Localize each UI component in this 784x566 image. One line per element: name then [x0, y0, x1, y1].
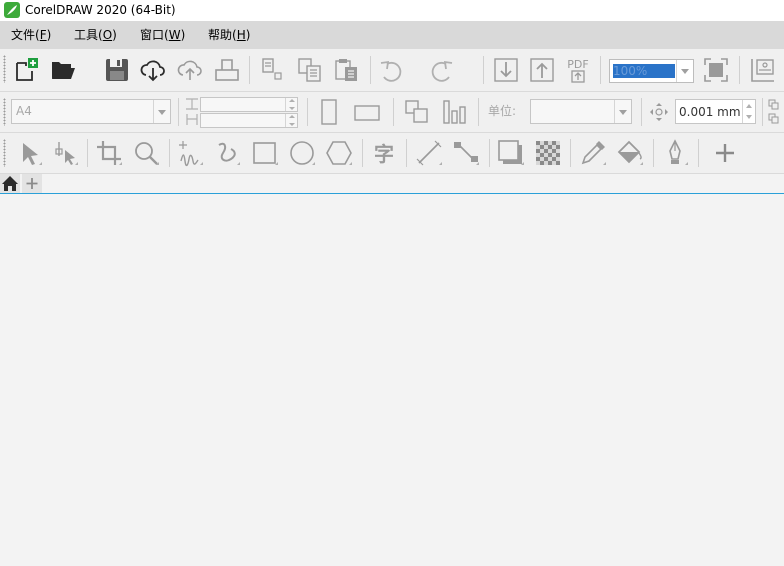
page-width-input[interactable]	[200, 97, 298, 112]
toolbar-separator	[653, 139, 654, 167]
zoom-tool-icon[interactable]	[132, 139, 160, 167]
workspace-area[interactable]	[0, 195, 784, 566]
shape-tool-icon[interactable]	[51, 139, 79, 167]
smart-fill-icon[interactable]	[661, 139, 689, 167]
cut-icon[interactable]	[258, 56, 286, 84]
page-dimensions-icon	[184, 97, 200, 127]
document-tab-bar	[0, 174, 784, 194]
units-select[interactable]	[530, 99, 632, 124]
text-tool-icon[interactable]: 字	[370, 139, 398, 167]
toolbar-separator	[762, 98, 763, 126]
nudge-distance-input[interactable]: 0.001 mm	[675, 99, 756, 124]
home-icon	[2, 176, 18, 191]
menu-bar: 文件(F) 工具(O) 窗口(W) 帮助(H)	[0, 21, 784, 49]
toolbar-separator	[169, 139, 170, 167]
svg-text:PDF: PDF	[567, 58, 588, 71]
toolbar-separator	[87, 139, 88, 167]
current-page-icon[interactable]	[440, 98, 468, 126]
nudge-distance-spinner[interactable]	[742, 100, 755, 123]
menu-window[interactable]: 窗口(W)	[140, 28, 185, 42]
duplicate-distance-icon	[767, 97, 784, 127]
full-screen-icon[interactable]	[702, 56, 730, 84]
print-icon[interactable]	[213, 56, 241, 84]
polygon-tool-icon[interactable]	[325, 139, 353, 167]
open-folder-icon[interactable]	[49, 56, 77, 84]
page-size-value: A4	[16, 104, 32, 118]
toolbox: 字	[0, 133, 784, 174]
drop-shadow-icon[interactable]	[497, 139, 525, 167]
units-label: 单位:	[488, 104, 517, 118]
page-size-select[interactable]: A4	[11, 99, 171, 124]
undo-icon[interactable]	[377, 56, 405, 84]
redo-icon[interactable]	[428, 56, 456, 84]
nudge-distance-icon	[648, 101, 670, 123]
landscape-icon[interactable]	[353, 98, 381, 126]
connector-tool-icon[interactable]	[452, 139, 480, 167]
ellipse-tool-icon[interactable]	[288, 139, 316, 167]
new-document-icon[interactable]	[12, 56, 40, 84]
toolbar-separator	[739, 56, 740, 84]
transparency-icon[interactable]	[534, 139, 562, 167]
toolbar-grip[interactable]	[3, 55, 6, 83]
paste-icon[interactable]	[333, 56, 361, 84]
toolbar-separator	[370, 56, 371, 84]
portrait-icon[interactable]	[315, 98, 343, 126]
coreldraw-logo-icon	[4, 2, 20, 18]
menu-help[interactable]: 帮助(H)	[208, 28, 250, 42]
svg-text:字: 字	[374, 142, 394, 166]
toolbar-grip[interactable]	[3, 98, 6, 126]
freehand-tool-icon[interactable]	[176, 139, 204, 167]
window-title: CorelDRAW 2020 (64-Bit)	[25, 3, 176, 17]
toolbar-separator	[478, 98, 479, 126]
zoom-level-combobox[interactable]: 100%	[609, 59, 694, 83]
export-icon[interactable]	[528, 56, 556, 84]
chevron-down-icon[interactable]	[153, 100, 170, 123]
page-height-spinner[interactable]	[285, 114, 297, 127]
crop-tool-icon[interactable]	[95, 139, 123, 167]
cloud-upload-icon[interactable]	[176, 56, 204, 84]
toolbar-separator	[641, 98, 642, 126]
save-icon[interactable]	[103, 56, 131, 84]
home-tab[interactable]	[0, 174, 20, 193]
menu-file[interactable]: 文件(F)	[11, 28, 51, 42]
toolbar-separator	[483, 56, 484, 84]
toolbar-separator	[406, 139, 407, 167]
cloud-download-icon[interactable]	[139, 56, 167, 84]
toolbar-separator	[249, 56, 250, 84]
copy-icon[interactable]	[296, 56, 324, 84]
add-tool-icon[interactable]	[711, 139, 739, 167]
chevron-down-icon[interactable]	[614, 100, 631, 123]
chevron-down-icon[interactable]	[676, 60, 693, 82]
toolbar-separator	[600, 56, 601, 84]
import-icon[interactable]	[492, 56, 520, 84]
interactive-fill-icon[interactable]	[616, 139, 644, 167]
toolbar-separator	[489, 139, 490, 167]
toolbar-separator	[570, 139, 571, 167]
toolbar-separator	[178, 98, 179, 126]
publish-pdf-icon[interactable]: PDF	[564, 56, 592, 84]
rulers-icon[interactable]	[748, 56, 776, 84]
all-pages-icon[interactable]	[403, 98, 431, 126]
toolbar-separator	[307, 98, 308, 126]
menu-tools[interactable]: 工具(O)	[74, 28, 117, 42]
nudge-distance-value: 0.001 mm	[679, 105, 741, 119]
page-height-input[interactable]	[200, 113, 298, 128]
toolbar-grip[interactable]	[3, 139, 6, 167]
new-tab-button[interactable]	[22, 174, 42, 193]
eyedropper-icon[interactable]	[579, 139, 607, 167]
title-bar: CorelDRAW 2020 (64-Bit)	[0, 0, 784, 21]
pick-tool-icon[interactable]	[15, 139, 43, 167]
toolbar-separator	[393, 98, 394, 126]
artistic-media-icon[interactable]	[213, 139, 241, 167]
toolbar-separator	[698, 139, 699, 167]
parallel-dimension-icon[interactable]	[415, 139, 443, 167]
zoom-level-value[interactable]: 100%	[613, 64, 675, 78]
page-width-spinner[interactable]	[285, 98, 297, 111]
plus-icon	[26, 178, 38, 189]
toolbar-separator	[362, 139, 363, 167]
rectangle-tool-icon[interactable]	[251, 139, 279, 167]
